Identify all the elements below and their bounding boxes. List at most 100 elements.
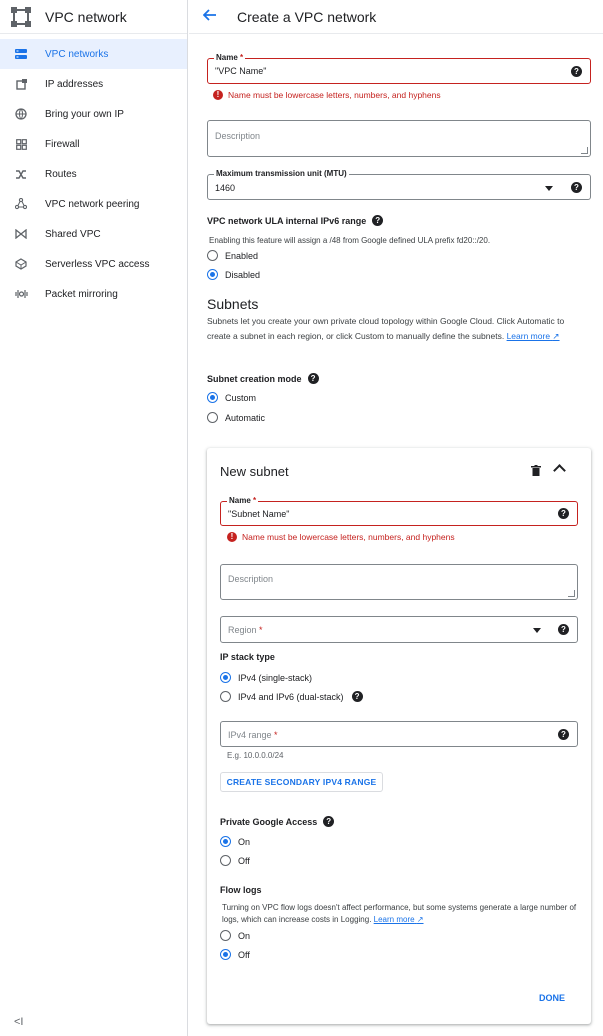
radio-label: Off [238, 855, 250, 866]
radio-button[interactable] [220, 855, 231, 866]
sidebar-item-label: Bring your own IP [45, 108, 124, 120]
subnets-heading: Subnets [207, 296, 259, 312]
sidebar-item-packet-mirroring[interactable]: Packet mirroring [0, 279, 187, 309]
help-icon[interactable]: ? [372, 215, 384, 226]
automatic-mode-radio[interactable]: Automatic [207, 412, 265, 423]
dual-stack-radio[interactable]: IPv4 and IPv6 (dual-stack) ? [220, 691, 363, 702]
mtu-value: 1460 [215, 183, 236, 193]
firewall-icon [14, 137, 28, 151]
external-link-icon: ↗ [552, 331, 560, 341]
sidebar-nav: VPC networks IP addresses Bring your own… [0, 39, 187, 309]
flow-logs-on-radio[interactable]: On [220, 930, 250, 941]
region-placeholder: Region * [228, 625, 263, 635]
sidebar-item-bring-your-own-ip[interactable]: Bring your own IP [0, 99, 187, 129]
help-icon[interactable]: ? [323, 816, 335, 827]
learn-more-text: Learn more [373, 915, 415, 924]
peering-icon [14, 197, 28, 211]
radio-button-checked[interactable] [207, 269, 218, 280]
collapse-sidebar-button[interactable]: <I [14, 1016, 23, 1028]
vpc-description-field[interactable]: Description [207, 120, 591, 157]
flow-logs-off-radio[interactable]: Off [220, 949, 250, 960]
sidebar-item-label: VPC networks [45, 48, 109, 60]
routes-icon [14, 167, 28, 181]
subnets-description: Subnets let you create your own private … [207, 314, 587, 344]
sidebar-item-label: Packet mirroring [45, 288, 118, 300]
sidebar-item-shared-vpc[interactable]: Shared VPC [0, 219, 187, 249]
sidebar-header: VPC network [0, 0, 187, 34]
new-subnet-card: New subnet Name * "Subnet Name" ? ! Name… [207, 448, 591, 1024]
sidebar-item-firewall[interactable]: Firewall [0, 129, 187, 159]
help-icon[interactable]: ? [558, 624, 569, 635]
sidebar-item-label: Routes [45, 168, 77, 180]
sidebar-item-vpc-networks[interactable]: VPC networks [0, 39, 187, 69]
chevron-up-icon[interactable] [553, 464, 566, 477]
resize-handle-icon[interactable] [581, 147, 588, 154]
page-header: Create a VPC network [189, 0, 603, 34]
radio-label: On [238, 836, 251, 847]
learn-more-link[interactable]: Learn more ↗ [507, 331, 560, 341]
mtu-select[interactable]: Maximum transmission unit (MTU) 1460 ? [207, 169, 591, 200]
ula-disabled-radio[interactable]: Disabled [207, 269, 260, 280]
description-placeholder: Description [228, 574, 274, 584]
ip-stack-type-label: IP stack type [220, 652, 275, 662]
sidebar-item-vpc-network-peering[interactable]: VPC network peering [0, 189, 187, 219]
ula-label-text: VPC network ULA internal IPv6 range [207, 215, 367, 226]
radio-button[interactable] [207, 250, 218, 261]
new-subnet-title: New subnet [220, 464, 289, 479]
delete-icon[interactable] [531, 465, 541, 476]
help-icon[interactable]: ? [558, 508, 569, 519]
radio-button[interactable] [207, 412, 218, 423]
learn-more-link[interactable]: Learn more ↗ [374, 915, 424, 924]
back-arrow-icon[interactable] [202, 8, 219, 25]
flow-logs-description: Turning on VPC flow logs doesn't affect … [222, 902, 584, 926]
done-button[interactable]: DONE [539, 993, 565, 1003]
private-access-off-radio[interactable]: Off [220, 855, 250, 866]
help-icon[interactable]: ? [351, 691, 363, 702]
help-icon[interactable]: ? [307, 373, 319, 384]
creation-mode-label-text: Subnet creation mode [207, 373, 302, 384]
subnet-creation-mode-label: Subnet creation mode ? [207, 373, 319, 384]
subnet-description-field[interactable]: Description [220, 564, 578, 600]
external-link-icon: ↗ [416, 915, 424, 924]
ula-enabled-radio[interactable]: Enabled [207, 250, 258, 261]
radio-button-checked[interactable] [220, 949, 231, 960]
main-content: Create a VPC network Name * "VPC Name" ?… [189, 0, 603, 1036]
custom-mode-radio[interactable]: Custom [207, 392, 256, 403]
serverless-icon [14, 257, 28, 271]
resize-handle-icon[interactable] [568, 590, 575, 597]
ula-help-text: Enabling this feature will assign a /48 … [209, 236, 491, 245]
radio-button-checked[interactable] [207, 392, 218, 403]
sidebar-item-label: Serverless VPC access [45, 258, 150, 270]
description-placeholder: Description [215, 131, 261, 141]
sidebar-item-serverless-vpc-access[interactable]: Serverless VPC access [0, 249, 187, 279]
error-text: Name must be lowercase letters, numbers,… [242, 532, 455, 542]
error-icon: ! [213, 90, 223, 100]
radio-label: IPv4 (single-stack) [238, 672, 313, 683]
radio-button-checked[interactable] [220, 836, 231, 847]
vpc-name-label: Name * [214, 53, 246, 62]
sidebar-item-ip-addresses[interactable]: IP addresses [0, 69, 187, 99]
help-icon[interactable]: ? [571, 182, 582, 193]
help-icon[interactable]: ? [571, 66, 582, 77]
subnet-name-field[interactable]: Name * "Subnet Name" ? [220, 496, 578, 526]
help-icon[interactable]: ? [558, 729, 569, 740]
private-access-on-radio[interactable]: On [220, 836, 250, 847]
vpc-name-field[interactable]: Name * "VPC Name" ? [207, 53, 591, 84]
radio-button-checked[interactable] [220, 672, 231, 683]
radio-button[interactable] [220, 691, 231, 702]
ula-label: VPC network ULA internal IPv6 range ? [207, 215, 384, 226]
error-text: Name must be lowercase letters, numbers,… [228, 90, 441, 100]
globe-icon [14, 107, 28, 121]
region-select[interactable]: Region * ? [220, 616, 578, 643]
ipv4-range-hint: E.g. 10.0.0.0/24 [227, 751, 284, 760]
dropdown-arrow-icon [545, 186, 553, 191]
ipv4-range-field[interactable]: IPv4 range * ? [220, 721, 578, 747]
sidebar-item-routes[interactable]: Routes [0, 159, 187, 189]
radio-label: Automatic [225, 412, 266, 423]
ipv4-range-placeholder: IPv4 range * [228, 730, 278, 740]
create-secondary-ipv4-range-button[interactable]: CREATE SECONDARY IPV4 RANGE [220, 772, 383, 792]
page-title: Create a VPC network [237, 8, 377, 25]
vpc-name-value: "VPC Name" [215, 66, 267, 76]
radio-button[interactable] [220, 930, 231, 941]
ipv4-single-stack-radio[interactable]: IPv4 (single-stack) [220, 672, 312, 683]
